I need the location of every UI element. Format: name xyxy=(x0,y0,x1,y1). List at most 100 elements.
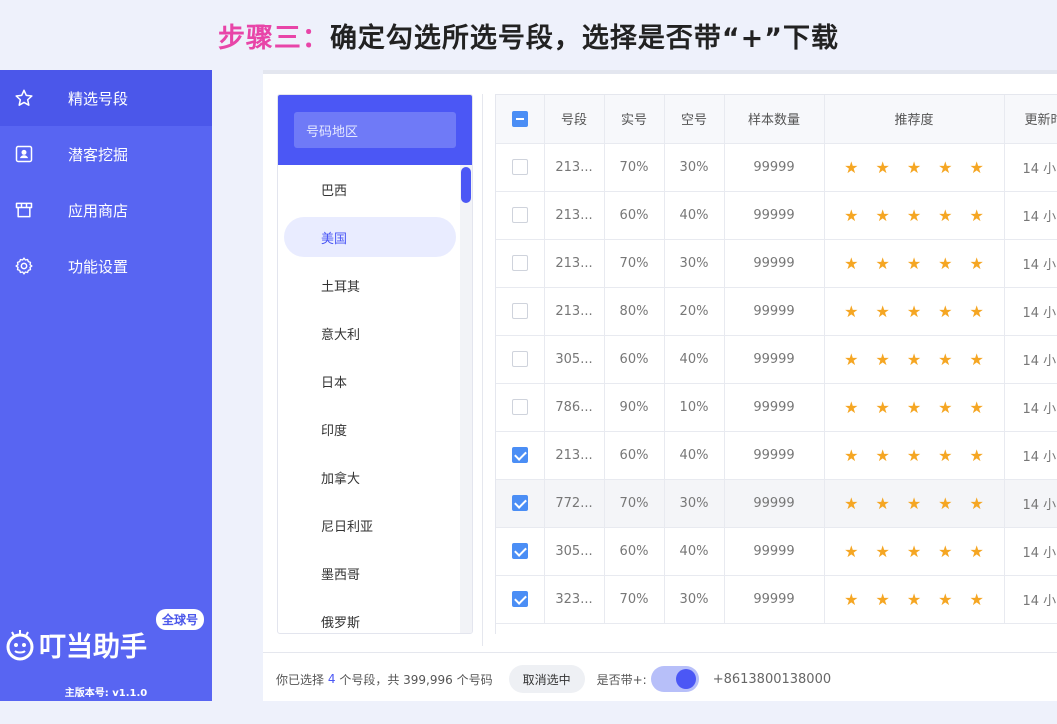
rating-cell: ★★★★★ xyxy=(824,287,1005,336)
empty-rate-cell: 40% xyxy=(664,527,725,576)
selection-summary: 个号段，共 399,996 个号码 xyxy=(339,672,493,687)
sidebar-item-label: 应用商店 xyxy=(68,201,129,220)
real-rate-cell: 60% xyxy=(604,527,665,576)
row-checkbox[interactable] xyxy=(511,255,528,271)
rating-stars-icon: ★★★★★ xyxy=(844,301,1001,321)
country-item[interactable]: 巴西 xyxy=(278,165,472,213)
region-search-input[interactable]: 号码地区 xyxy=(294,112,456,148)
row-checkbox[interactable] xyxy=(511,159,528,175)
segment-cell: 213... xyxy=(544,287,605,336)
segment-cell: 323... xyxy=(544,575,605,624)
updated-cell: 14 小 xyxy=(1004,239,1057,288)
country-item[interactable]: 日本 xyxy=(278,357,472,405)
row-checkbox[interactable] xyxy=(511,303,528,319)
row-checkbox[interactable] xyxy=(511,351,528,367)
country-item[interactable]: 墨西哥 xyxy=(278,549,472,597)
updated-cell: 14 小 xyxy=(1004,479,1057,528)
segment-cell: 305... xyxy=(544,335,605,384)
segment-cell: 213... xyxy=(544,191,605,240)
selected-count: 4 xyxy=(327,672,336,686)
col-header-segment[interactable]: 号段 xyxy=(544,95,605,144)
checkbox-cell[interactable] xyxy=(496,239,545,288)
selection-prefix: 你已选择 xyxy=(276,672,325,687)
updated-cell: 14 小 xyxy=(1004,335,1057,384)
sample-count-cell: 99999 xyxy=(724,287,825,336)
sidebar: 精选号段 潜客挖掘 应用商店 功能设置 叮当助手 全球号 主版本号: v1.1.… xyxy=(0,70,212,701)
rating-cell: ★★★★★ xyxy=(824,527,1005,576)
sidebar-item-prospects[interactable]: 潜客挖掘 xyxy=(0,126,212,182)
col-header-updated[interactable]: 更新时 xyxy=(1004,95,1057,144)
country-item[interactable]: 尼日利亚 xyxy=(278,501,472,549)
checkbox-cell[interactable] xyxy=(496,479,545,528)
country-scrollbar[interactable] xyxy=(460,165,472,633)
table-row[interactable]: 786... 90% 10% 99999 ★★★★★ 14 小 xyxy=(496,383,1057,432)
rating-cell: ★★★★★ xyxy=(824,479,1005,528)
checkbox-cell[interactable] xyxy=(496,527,545,576)
checkbox-cell[interactable] xyxy=(496,383,545,432)
row-checkbox[interactable] xyxy=(511,207,528,223)
table-row[interactable]: 213... 70% 30% 99999 ★★★★★ 14 小 xyxy=(496,239,1057,288)
sidebar-item-settings[interactable]: 功能设置 xyxy=(0,238,212,294)
empty-rate-cell: 40% xyxy=(664,335,725,384)
col-header-samples[interactable]: 样本数量 xyxy=(724,95,825,144)
country-item[interactable]: 意大利 xyxy=(278,309,472,357)
updated-cell: 14 小 xyxy=(1004,527,1057,576)
updated-cell: 14 小 xyxy=(1004,431,1057,480)
col-header-rating[interactable]: 推荐度 xyxy=(824,95,1005,144)
table-row[interactable]: 305... 60% 40% 99999 ★★★★★ 14 小 xyxy=(496,335,1057,384)
scrollbar-thumb[interactable] xyxy=(461,167,471,203)
segment-cell: 213... xyxy=(544,143,605,192)
rating-cell: ★★★★★ xyxy=(824,383,1005,432)
col-header-empty[interactable]: 空号 xyxy=(664,95,725,144)
rating-stars-icon: ★★★★★ xyxy=(844,541,1001,561)
country-item[interactable]: 土耳其 xyxy=(278,261,472,309)
updated-cell: 14 小 xyxy=(1004,383,1057,432)
table-row[interactable]: 772... 70% 30% 99999 ★★★★★ 14 小 xyxy=(496,479,1057,528)
table-row[interactable]: 213... 70% 30% 99999 ★★★★★ 14 小 xyxy=(496,143,1057,192)
col-header-real[interactable]: 实号 xyxy=(604,95,665,144)
headline-step: 步骤三： xyxy=(217,22,330,54)
table-row[interactable]: 213... 60% 40% 99999 ★★★★★ 14 小 xyxy=(496,191,1057,240)
empty-rate-cell: 20% xyxy=(664,287,725,336)
country-item-selected[interactable]: 美国 xyxy=(284,217,456,257)
cancel-selection-button[interactable]: 取消选中 xyxy=(508,665,585,693)
toggle-knob xyxy=(675,669,696,689)
empty-rate-cell: 30% xyxy=(664,575,725,624)
table-row[interactable]: 305... 60% 40% 99999 ★★★★★ 14 小 xyxy=(496,527,1057,576)
plus-toggle-label: 是否带+: xyxy=(596,672,647,687)
rating-cell: ★★★★★ xyxy=(824,335,1005,384)
select-all-checkbox[interactable] xyxy=(511,110,528,127)
row-checkbox[interactable] xyxy=(511,495,528,511)
row-checkbox[interactable] xyxy=(511,447,528,463)
table-row[interactable]: 323... 70% 30% 99999 ★★★★★ 14 小 xyxy=(496,575,1057,624)
rating-cell: ★★★★★ xyxy=(824,191,1005,240)
sample-count-cell: 99999 xyxy=(724,383,825,432)
checkbox-cell[interactable] xyxy=(496,143,545,192)
main-content: 号码地区 巴西 美国 土耳其 意大利 日本 印度 加拿大 尼日利亚 墨西哥 俄罗… xyxy=(263,70,1057,701)
row-checkbox[interactable] xyxy=(511,591,528,607)
row-checkbox[interactable] xyxy=(511,399,528,415)
select-all-cell[interactable] xyxy=(496,95,545,144)
table-row[interactable]: 213... 60% 40% 99999 ★★★★★ 14 小 xyxy=(496,431,1057,480)
country-item[interactable]: 加拿大 xyxy=(278,453,472,501)
empty-rate-cell: 40% xyxy=(664,431,725,480)
empty-rate-cell: 30% xyxy=(664,239,725,288)
sidebar-item-app-store[interactable]: 应用商店 xyxy=(0,182,212,238)
checkbox-cell[interactable] xyxy=(496,431,545,480)
sidebar-item-featured-segments[interactable]: 精选号段 xyxy=(0,70,212,126)
row-checkbox[interactable] xyxy=(511,543,528,559)
table-row[interactable]: 213... 80% 20% 99999 ★★★★★ 14 小 xyxy=(496,287,1057,336)
segment-cell: 786... xyxy=(544,383,605,432)
checkbox-cell[interactable] xyxy=(496,575,545,624)
checkbox-cell[interactable] xyxy=(496,335,545,384)
rating-stars-icon: ★★★★★ xyxy=(844,397,1001,417)
checkbox-cell[interactable] xyxy=(496,287,545,336)
selection-footer: 你已选择 4 个号段，共 399,996 个号码 取消选中 是否带+: +861… xyxy=(263,652,1057,705)
plus-toggle[interactable] xyxy=(650,666,699,692)
country-item[interactable]: 印度 xyxy=(278,405,472,453)
rating-stars-icon: ★★★★★ xyxy=(844,253,1001,273)
sample-count-cell: 99999 xyxy=(724,575,825,624)
checkbox-cell[interactable] xyxy=(496,191,545,240)
headline-text: 确定勾选所选号段，选择是否带“+”下载 xyxy=(329,22,840,54)
country-item[interactable]: 俄罗斯 xyxy=(278,597,472,633)
